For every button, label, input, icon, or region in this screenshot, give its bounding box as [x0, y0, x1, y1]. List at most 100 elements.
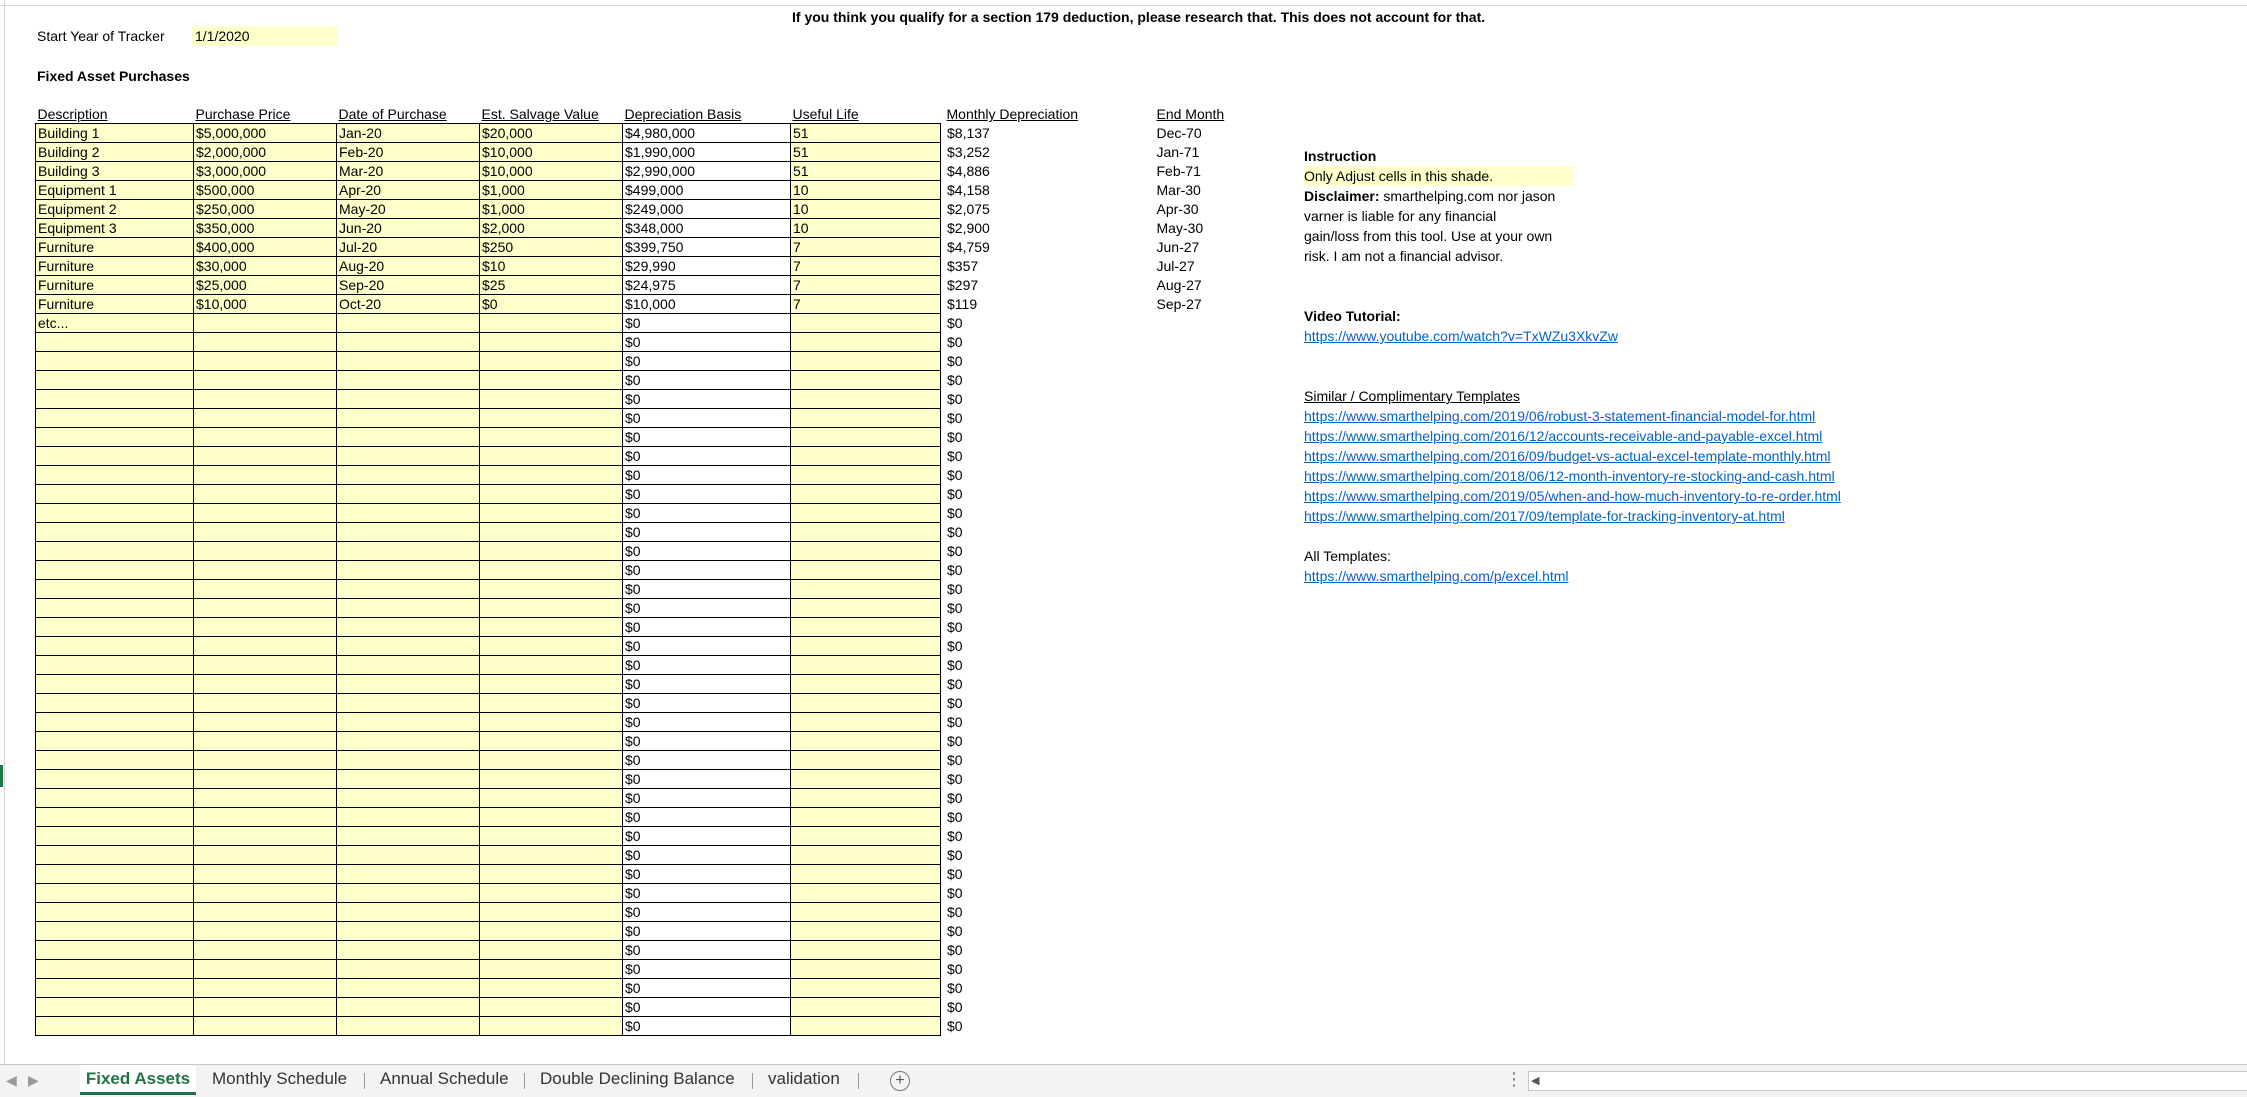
- cell-useful-life[interactable]: [790, 522, 941, 542]
- cell-monthly-depreciation[interactable]: $297: [941, 276, 1151, 295]
- cell-salvage-value[interactable]: [479, 446, 623, 466]
- cell-salvage-value[interactable]: [479, 845, 623, 865]
- cell-date-of-purchase[interactable]: Feb-20: [336, 142, 480, 162]
- cell-useful-life[interactable]: 7: [790, 237, 941, 257]
- column-header-date-of-purchase[interactable]: Date of Purchase: [336, 105, 480, 124]
- cell-monthly-depreciation[interactable]: $4,158: [941, 181, 1151, 200]
- cell-depreciation-basis[interactable]: $0: [622, 864, 791, 884]
- cell-end-month[interactable]: [1151, 599, 1271, 618]
- cell-monthly-depreciation[interactable]: $0: [941, 675, 1151, 694]
- cell-purchase-price[interactable]: [193, 617, 337, 637]
- cell-useful-life[interactable]: [790, 959, 941, 979]
- cell-end-month[interactable]: [1151, 523, 1271, 542]
- cell-salvage-value[interactable]: [479, 427, 623, 447]
- cell-useful-life[interactable]: [790, 940, 941, 960]
- cell-salvage-value[interactable]: $2,000: [479, 218, 623, 238]
- scroll-left-icon[interactable]: ◀: [1531, 1072, 1539, 1090]
- cell-end-month[interactable]: [1151, 865, 1271, 884]
- cell-end-month[interactable]: May-30: [1151, 219, 1271, 238]
- cell-salvage-value[interactable]: [479, 541, 623, 561]
- cell-purchase-price[interactable]: [193, 313, 337, 333]
- cell-useful-life[interactable]: 7: [790, 256, 941, 276]
- cell-depreciation-basis[interactable]: $0: [622, 921, 791, 941]
- cell-purchase-price[interactable]: [193, 921, 337, 941]
- cell-purchase-price[interactable]: [193, 636, 337, 656]
- cell-date-of-purchase[interactable]: [336, 389, 480, 409]
- cell-monthly-depreciation[interactable]: $3,252: [941, 143, 1151, 162]
- plus-circle-icon[interactable]: +: [890, 1071, 910, 1091]
- cell-depreciation-basis[interactable]: $0: [622, 674, 791, 694]
- column-header-depreciation-basis[interactable]: Depreciation Basis: [622, 105, 791, 124]
- cell-date-of-purchase[interactable]: [336, 978, 480, 998]
- cell-date-of-purchase[interactable]: [336, 997, 480, 1017]
- cell-depreciation-basis[interactable]: $0: [622, 997, 791, 1017]
- cell-description[interactable]: [35, 978, 194, 998]
- cell-description[interactable]: [35, 560, 194, 580]
- cell-date-of-purchase[interactable]: [336, 902, 480, 922]
- cell-depreciation-basis[interactable]: $0: [622, 883, 791, 903]
- cell-purchase-price[interactable]: [193, 712, 337, 732]
- cell-purchase-price[interactable]: [193, 427, 337, 447]
- cell-salvage-value[interactable]: [479, 674, 623, 694]
- cell-salvage-value[interactable]: [479, 826, 623, 846]
- cell-purchase-price[interactable]: [193, 484, 337, 504]
- cell-depreciation-basis[interactable]: $0: [622, 750, 791, 770]
- cell-depreciation-basis[interactable]: $0: [622, 598, 791, 618]
- cell-depreciation-basis[interactable]: $0: [622, 731, 791, 751]
- cell-monthly-depreciation[interactable]: $0: [941, 903, 1151, 922]
- cell-description[interactable]: [35, 693, 194, 713]
- cell-monthly-depreciation[interactable]: $0: [941, 865, 1151, 884]
- cell-end-month[interactable]: Mar-30: [1151, 181, 1271, 200]
- cell-purchase-price[interactable]: [193, 940, 337, 960]
- cell-depreciation-basis[interactable]: $249,000: [622, 199, 791, 219]
- cell-monthly-depreciation[interactable]: $0: [941, 561, 1151, 580]
- cell-useful-life[interactable]: [790, 864, 941, 884]
- cell-date-of-purchase[interactable]: [336, 788, 480, 808]
- cell-description[interactable]: Equipment 2: [35, 199, 194, 219]
- cell-useful-life[interactable]: [790, 997, 941, 1017]
- worksheet[interactable]: If you think you qualify for a section 1…: [0, 0, 2247, 1064]
- cell-salvage-value[interactable]: [479, 655, 623, 675]
- cell-monthly-depreciation[interactable]: $0: [941, 846, 1151, 865]
- cell-end-month[interactable]: [1151, 884, 1271, 903]
- horizontal-scrollbar[interactable]: ◀: [1528, 1071, 2247, 1091]
- cell-date-of-purchase[interactable]: [336, 826, 480, 846]
- vertical-dots-icon[interactable]: ⋮: [1505, 1069, 1523, 1090]
- tab-fixed-assets[interactable]: Fixed Assets: [80, 1065, 196, 1095]
- cell-date-of-purchase[interactable]: [336, 636, 480, 656]
- cell-monthly-depreciation[interactable]: $0: [941, 808, 1151, 827]
- cell-salvage-value[interactable]: [479, 370, 623, 390]
- cell-description[interactable]: [35, 351, 194, 371]
- cell-purchase-price[interactable]: [193, 446, 337, 466]
- cell-date-of-purchase[interactable]: [336, 579, 480, 599]
- cell-monthly-depreciation[interactable]: $357: [941, 257, 1151, 276]
- cell-description[interactable]: [35, 902, 194, 922]
- cell-date-of-purchase[interactable]: [336, 1016, 480, 1036]
- cell-date-of-purchase[interactable]: [336, 712, 480, 732]
- cell-salvage-value[interactable]: [479, 940, 623, 960]
- all-templates-link[interactable]: https://www.smarthelping.com/p/excel.htm…: [1304, 566, 1569, 586]
- cell-end-month[interactable]: [1151, 504, 1271, 523]
- cell-purchase-price[interactable]: [193, 864, 337, 884]
- cell-description[interactable]: [35, 750, 194, 770]
- cell-purchase-price[interactable]: [193, 826, 337, 846]
- cell-useful-life[interactable]: [790, 465, 941, 485]
- cell-depreciation-basis[interactable]: $0: [622, 636, 791, 656]
- cell-end-month[interactable]: [1151, 751, 1271, 770]
- cell-end-month[interactable]: [1151, 922, 1271, 941]
- cell-monthly-depreciation[interactable]: $0: [941, 827, 1151, 846]
- cell-useful-life[interactable]: [790, 750, 941, 770]
- cell-salvage-value[interactable]: $1,000: [479, 199, 623, 219]
- cell-end-month[interactable]: [1151, 542, 1271, 561]
- cell-end-month[interactable]: [1151, 352, 1271, 371]
- cell-description[interactable]: Furniture: [35, 294, 194, 314]
- cell-monthly-depreciation[interactable]: $0: [941, 390, 1151, 409]
- cell-useful-life[interactable]: [790, 1016, 941, 1036]
- cell-useful-life[interactable]: [790, 769, 941, 789]
- cell-description[interactable]: [35, 636, 194, 656]
- cell-purchase-price[interactable]: [193, 332, 337, 352]
- cell-date-of-purchase[interactable]: Aug-20: [336, 256, 480, 276]
- cell-purchase-price[interactable]: [193, 674, 337, 694]
- cell-purchase-price[interactable]: [193, 370, 337, 390]
- cell-salvage-value[interactable]: [479, 788, 623, 808]
